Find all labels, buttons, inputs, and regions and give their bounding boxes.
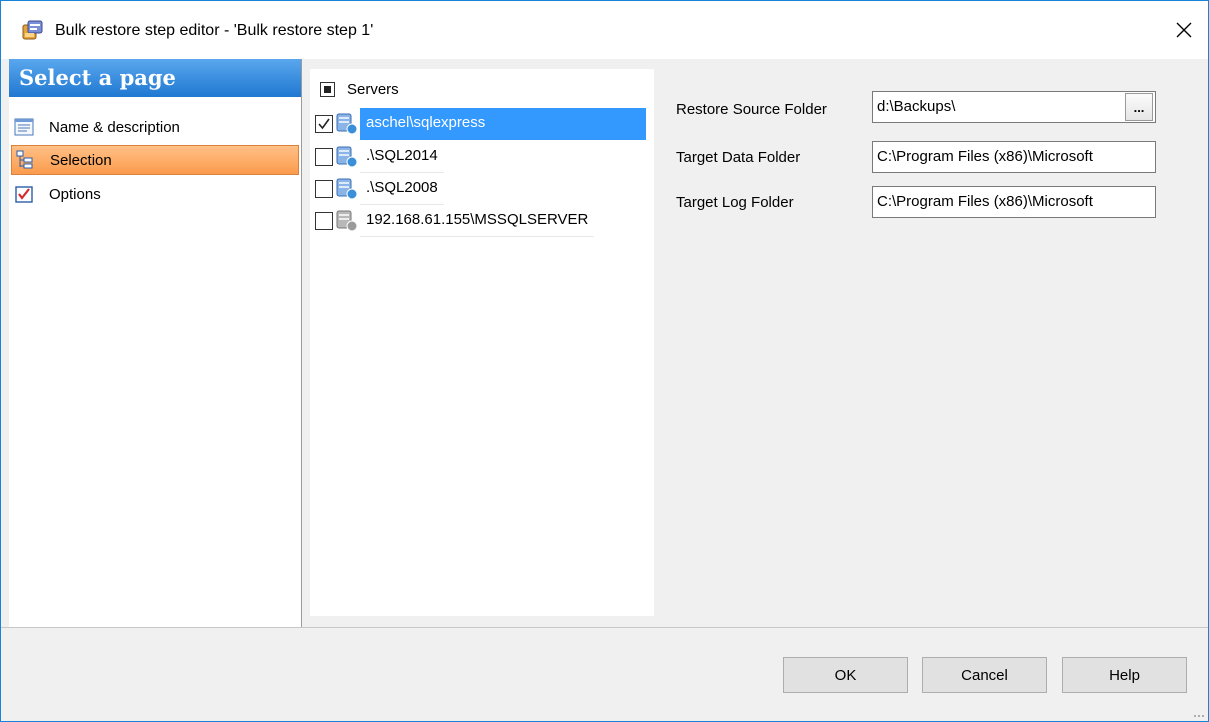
options-checklist-icon (15, 186, 33, 203)
tree-row-sql2008[interactable]: .\SQL2008 (312, 173, 654, 205)
tree-root-label: Servers (347, 80, 399, 98)
server-online-icon (336, 113, 358, 135)
sidebar-item-label: Options (49, 185, 101, 203)
row-checkbox[interactable] (315, 212, 333, 230)
sidebar-item-options[interactable]: Options (11, 179, 299, 209)
dialog-window: Bulk restore step editor - 'Bulk restore… (0, 0, 1209, 722)
close-button[interactable] (1160, 1, 1208, 59)
sidebar-item-selection[interactable]: Selection (11, 145, 299, 175)
row-label: .\SQL2014 (360, 141, 444, 173)
help-button[interactable]: Help (1062, 657, 1187, 693)
sidebar-item-name-description[interactable]: Name & description (11, 112, 299, 142)
tree-row-sql2014[interactable]: .\SQL2014 (312, 141, 654, 173)
tree-row-aschel-sqlexpress[interactable]: aschel\sqlexpress (312, 108, 654, 140)
sidebar-header: Select a page (9, 59, 301, 97)
sidebar-item-label: Name & description (49, 118, 180, 136)
sidebar-item-label: Selection (50, 151, 112, 169)
title-bar: Bulk restore step editor - 'Bulk restore… (1, 1, 1208, 59)
row-checkbox[interactable] (315, 148, 333, 166)
resize-grip-icon[interactable] (1191, 704, 1205, 718)
target-log-label: Target Log Folder (676, 194, 794, 211)
row-checkbox[interactable] (315, 115, 333, 133)
checkmark-icon (318, 118, 330, 130)
row-label: .\SQL2008 (360, 173, 444, 205)
row-checkbox[interactable] (315, 180, 333, 198)
tree-root[interactable]: Servers (320, 79, 399, 99)
window-title: Bulk restore step editor - 'Bulk restore… (55, 22, 374, 39)
server-tree: Servers aschel\sqlexpress .\SQL2014 .\SQ… (310, 69, 654, 616)
target-log-input[interactable]: C:\Program Files (x86)\Microsoft (872, 186, 1156, 218)
footer-divider (1, 627, 1208, 628)
list-page-icon (14, 118, 34, 136)
restore-source-label: Restore Source Folder (676, 101, 827, 118)
row-label: 192.168.61.155\MSSQLSERVER (360, 205, 595, 237)
close-icon (1176, 22, 1192, 38)
server-online-icon (336, 178, 358, 200)
cancel-button[interactable]: Cancel (922, 657, 1047, 693)
server-online-icon (336, 146, 358, 168)
app-icon (22, 20, 43, 40)
ok-button[interactable]: OK (783, 657, 908, 693)
restore-source-input[interactable]: d:\Backups\ (872, 91, 1156, 123)
row-label: aschel\sqlexpress (360, 108, 646, 140)
server-offline-icon (336, 210, 358, 232)
tree-row-mssqlserver[interactable]: 192.168.61.155\MSSQLSERVER (312, 205, 654, 237)
target-data-input[interactable]: C:\Program Files (x86)\Microsoft (872, 141, 1156, 173)
page-selector: Select a page Name & description Selecti… (9, 59, 302, 628)
root-checkbox-indeterminate[interactable] (320, 81, 335, 97)
target-data-label: Target Data Folder (676, 149, 801, 166)
tree-page-icon (16, 150, 33, 169)
browse-button[interactable]: ... (1125, 93, 1153, 121)
